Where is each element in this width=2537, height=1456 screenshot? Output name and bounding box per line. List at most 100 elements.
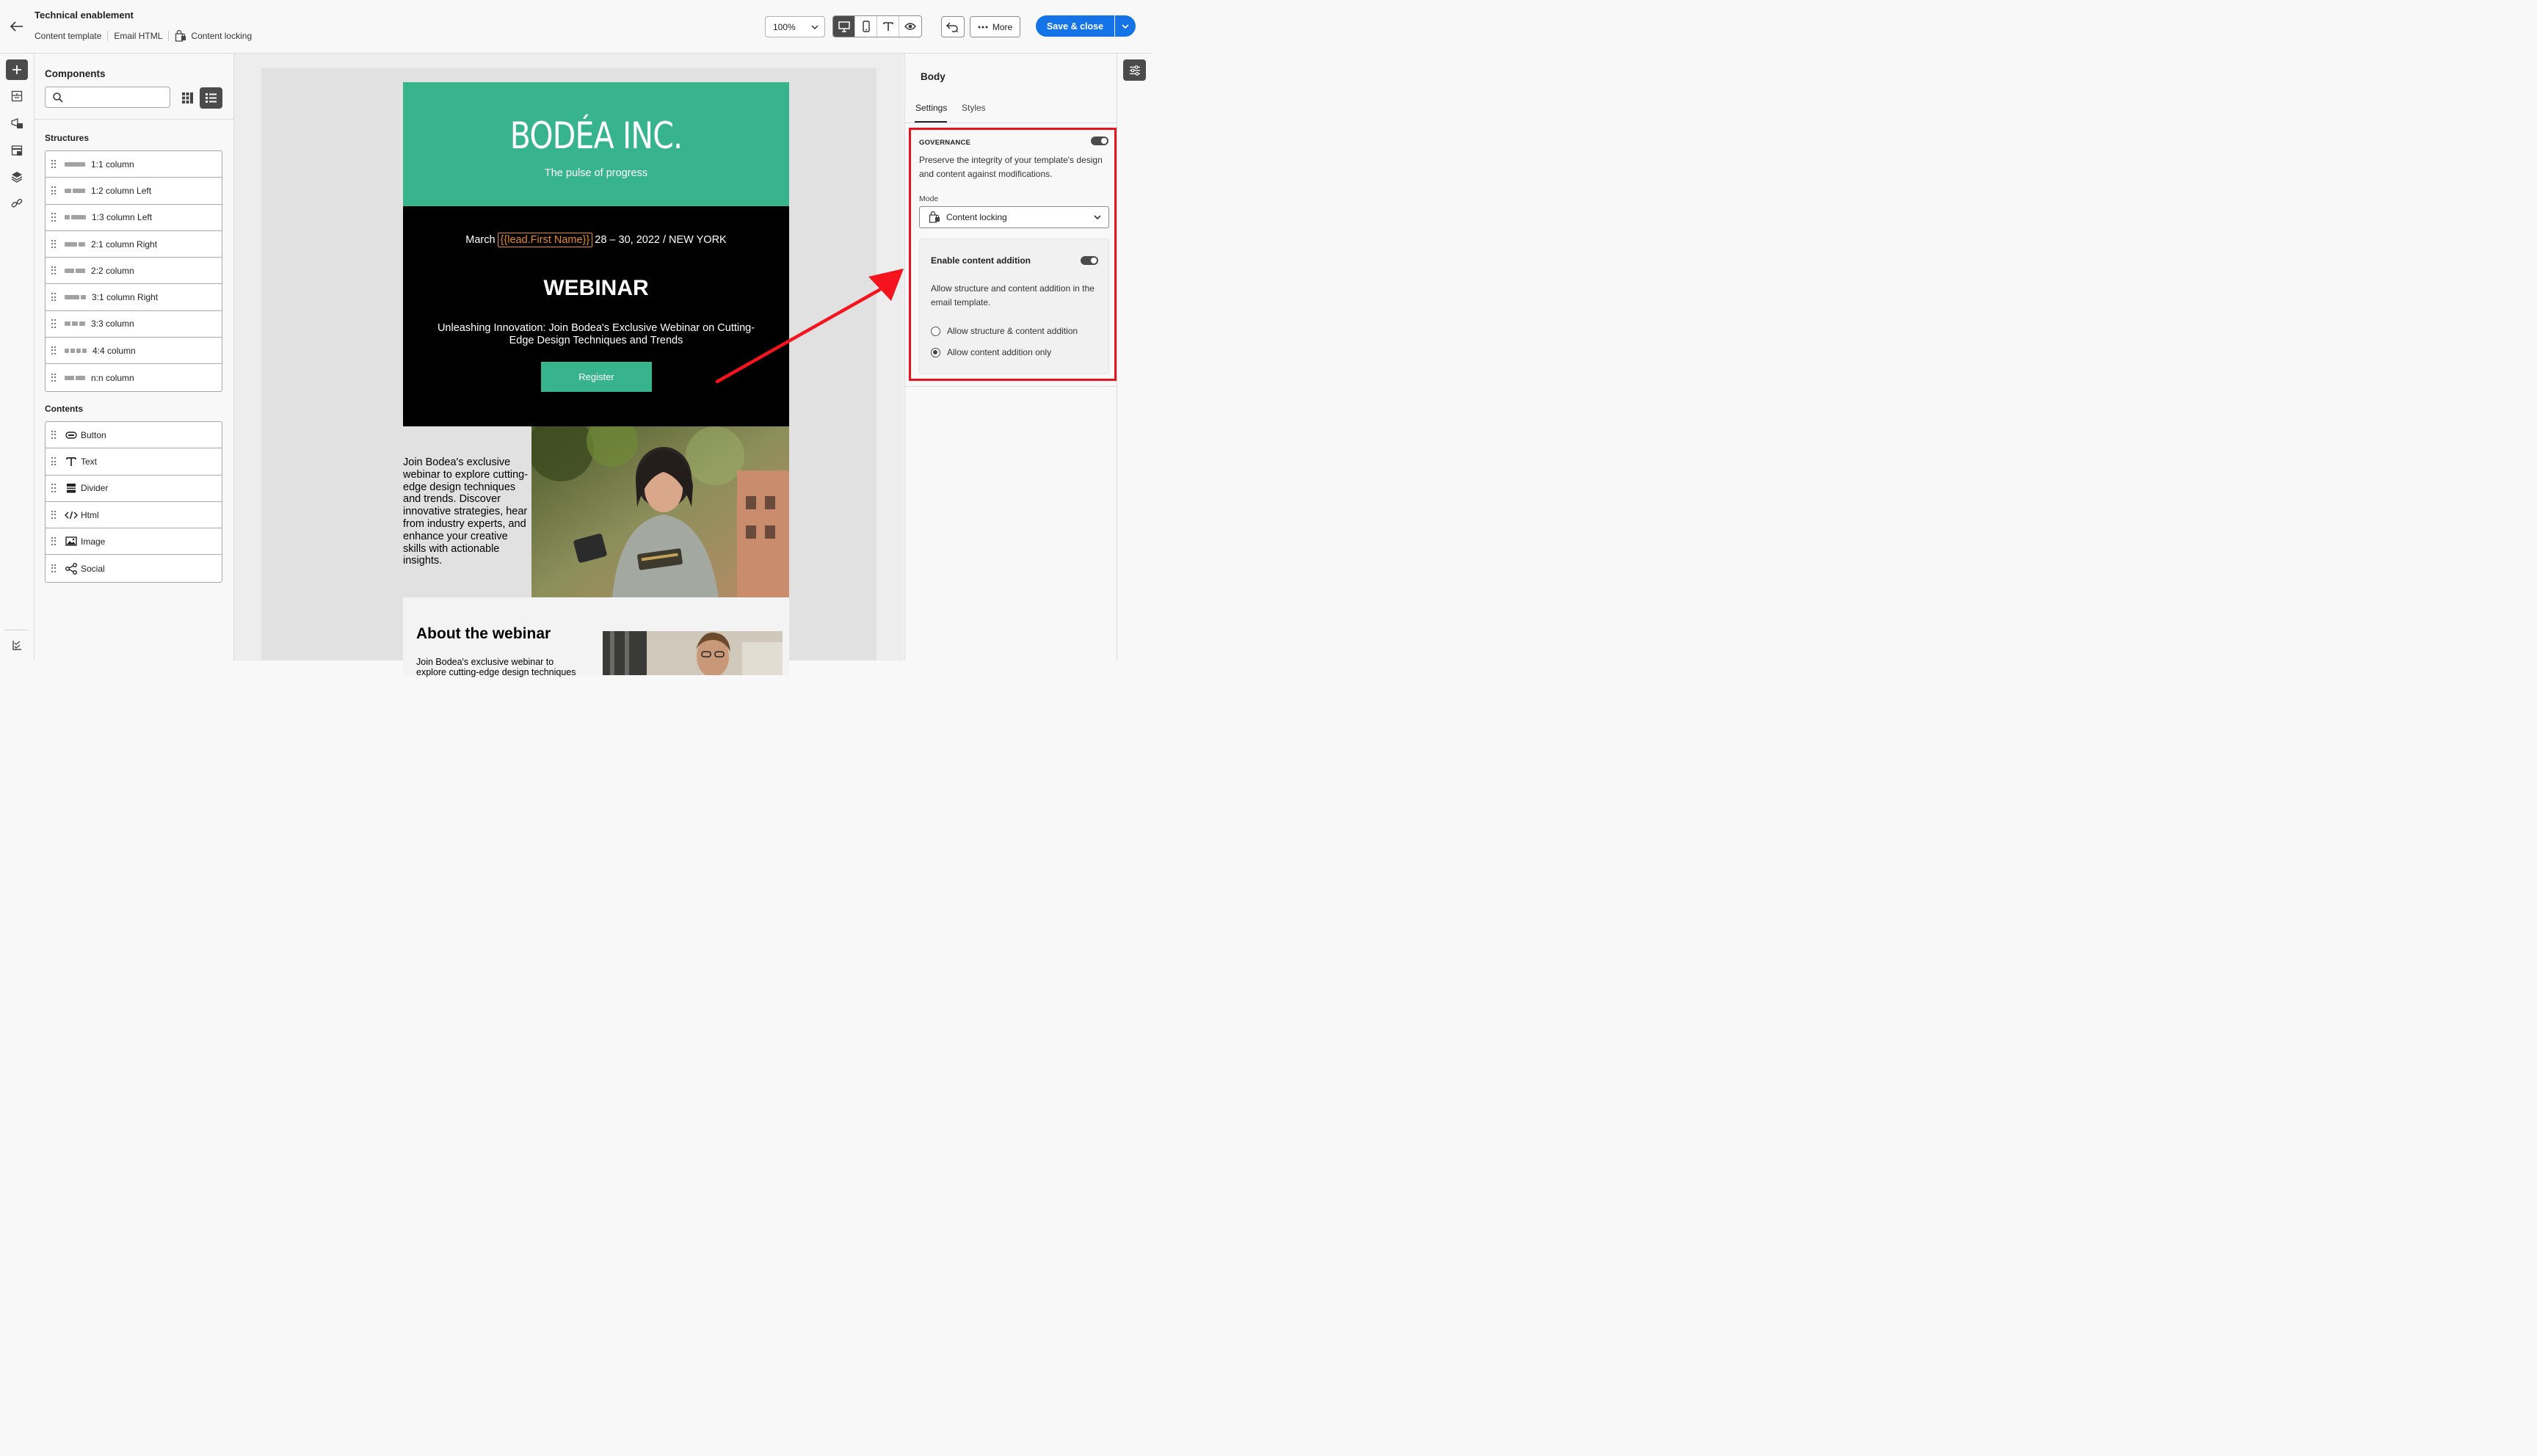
mode-select[interactable]: Content locking (919, 206, 1109, 228)
content-item[interactable]: Button (46, 422, 222, 449)
left-rail (0, 54, 35, 660)
radio-label: Allow content addition only (947, 347, 1052, 357)
more-dots-icon (978, 26, 988, 28)
content-item[interactable]: Text (46, 448, 222, 476)
drag-handle-icon[interactable] (51, 213, 56, 222)
tab-styles[interactable]: Styles (962, 103, 986, 113)
enable-content-addition-toggle[interactable] (1081, 256, 1098, 265)
structure-label: 1:3 column Left (92, 212, 153, 223)
component-search[interactable] (45, 87, 170, 108)
drag-handle-icon[interactable] (51, 564, 56, 573)
drag-handle-icon[interactable] (51, 510, 56, 520)
structure-label: 1:1 column (91, 159, 134, 170)
breadcrumb-content-locking[interactable]: Content locking (175, 30, 258, 42)
governance-toggle[interactable] (1091, 136, 1108, 145)
breadcrumb-content-template[interactable]: Content template (35, 31, 109, 41)
more-label: More (992, 21, 1013, 32)
content-label: Html (81, 509, 99, 520)
structure-item[interactable]: n:n column (46, 364, 222, 390)
radio-content-only[interactable]: Allow content addition only (931, 347, 1051, 357)
drag-handle-icon[interactable] (51, 319, 56, 328)
tab-settings[interactable]: Settings (915, 103, 947, 113)
structure-item[interactable]: 1:3 column Left (46, 205, 222, 231)
structure-item[interactable]: 3:3 column (46, 311, 222, 338)
email-hero[interactable]: BODÉA INC. The pulse of progress (403, 82, 789, 206)
content-item[interactable]: Social (46, 555, 222, 581)
template-icon (11, 145, 23, 156)
structure-item[interactable]: 4:4 column (46, 338, 222, 365)
speaker-photo[interactable] (603, 631, 783, 675)
about-text: Join Bodea's exclusive webinar to explor… (416, 657, 576, 677)
drag-handle-icon[interactable] (51, 456, 56, 466)
register-button[interactable]: Register (541, 362, 652, 392)
intro-row[interactable]: Join Bodea's exclusive webinar to explor… (403, 426, 789, 597)
back-arrow-icon[interactable] (9, 19, 25, 34)
content-item[interactable]: Html (46, 502, 222, 529)
drag-handle-icon[interactable] (51, 373, 56, 382)
save-options-button[interactable] (1115, 15, 1136, 37)
preview-button[interactable] (899, 16, 921, 37)
contents-list: Button Text Divider Html Image Social (45, 421, 222, 583)
drag-handle-icon[interactable] (51, 536, 56, 546)
validation-button[interactable] (6, 635, 28, 655)
governance-description: Preserve the integrity of your template'… (919, 155, 1103, 179)
properties-divider (905, 386, 1118, 387)
text-view-button[interactable] (877, 16, 899, 37)
about-section[interactable]: About the webinar Join Bodea's exclusive… (403, 597, 789, 677)
fragments-button[interactable] (6, 86, 28, 106)
drag-handle-icon[interactable] (51, 266, 56, 275)
zoom-select[interactable]: 100% (765, 16, 825, 37)
radio-button-selected[interactable] (931, 347, 940, 357)
content-lock-icon (175, 30, 186, 42)
drag-handle-icon[interactable] (51, 346, 56, 355)
templates-button[interactable] (6, 140, 28, 161)
structure-item[interactable]: 2:1 column Right (46, 231, 222, 258)
content-item[interactable]: Divider (46, 476, 222, 502)
save-close-button[interactable]: Save & close (1036, 15, 1114, 37)
properties-toggle-button[interactable] (1123, 59, 1146, 81)
list-view-toggle[interactable] (200, 87, 222, 109)
structure-label: 1:2 column Left (91, 185, 152, 196)
column-layout-icon (65, 375, 85, 380)
structure-item[interactable]: 3:1 column Right (46, 284, 222, 311)
more-button[interactable]: More (970, 16, 1020, 37)
breadcrumb-email-html[interactable]: Email HTML (114, 31, 170, 41)
assets-button[interactable] (6, 113, 28, 134)
assets-icon (11, 118, 23, 128)
chevron-down-icon (811, 24, 819, 29)
desktop-view-button[interactable] (833, 16, 855, 37)
mode-label: Mode (919, 194, 939, 203)
chevron-down-icon (1094, 215, 1101, 219)
drag-handle-icon[interactable] (51, 186, 56, 195)
structure-item[interactable]: 2:2 column (46, 258, 222, 285)
drag-handle-icon[interactable] (51, 239, 56, 249)
drag-handle-icon[interactable] (51, 430, 56, 440)
email-body-area[interactable]: BODÉA INC. The pulse of progress March {… (261, 68, 876, 677)
add-components-button[interactable] (6, 59, 28, 80)
links-button[interactable] (6, 193, 28, 214)
structure-item[interactable]: 1:1 column (46, 151, 222, 178)
radio-structure-content[interactable]: Allow structure & content addition (931, 326, 1078, 336)
sliders-icon (1129, 65, 1140, 76)
text-icon (882, 22, 893, 31)
webinar-banner[interactable]: March {{lead.First Name}} 28 – 30, 2022 … (403, 206, 789, 426)
structure-label: 3:3 column (91, 318, 134, 330)
radio-button[interactable] (931, 326, 940, 336)
drag-handle-icon[interactable] (51, 159, 56, 169)
column-layout-icon (65, 295, 86, 300)
search-input[interactable] (69, 92, 164, 103)
layers-button[interactable] (6, 167, 28, 187)
grid-view-toggle[interactable] (178, 89, 196, 106)
content-item[interactable]: Image (46, 528, 222, 556)
personalization-token[interactable]: {{lead.First Name}} (497, 233, 593, 247)
components-title: Components (45, 68, 106, 79)
structure-item[interactable]: 1:2 column Left (46, 178, 222, 205)
date-prefix: March (465, 234, 496, 246)
woman-phone-photo[interactable] (531, 426, 789, 597)
brand-logo: BODÉA INC. (509, 114, 683, 157)
undo-button[interactable] (941, 16, 965, 37)
drag-handle-icon[interactable] (51, 293, 56, 302)
drag-handle-icon[interactable] (51, 484, 56, 492)
page-title: Technical enablement (35, 10, 134, 21)
mobile-view-button[interactable] (855, 16, 877, 37)
